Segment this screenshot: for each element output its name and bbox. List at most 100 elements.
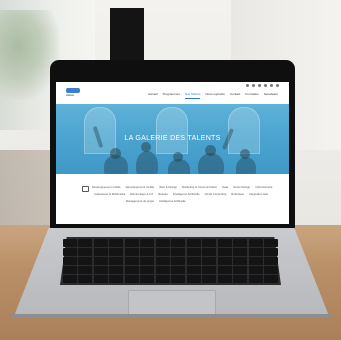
keyboard-key [109,266,124,274]
keyboard-key [78,239,93,247]
keyboard-key [78,248,93,256]
keyboard-key [171,248,186,256]
keyboard-key [78,266,93,274]
keyboard-key [171,275,186,283]
keyboard-key [140,275,155,283]
menu-item-join[interactable]: Nous rejoindre [205,90,225,98]
category-row: Audiovisuel & Multimédia Electronique & … [94,192,268,197]
keyboard-key [202,266,217,274]
keyboard-key [140,248,155,256]
social-links [246,84,279,87]
keyboard-key [186,266,201,274]
keyboard-key [202,239,217,247]
keyboard-key [93,248,108,256]
keyboard-key [140,239,155,247]
menu-item-home[interactable]: Accueil [148,90,158,98]
category-link[interactable]: Game Design [233,185,250,190]
hero-person [136,151,158,174]
keyboard-key [155,266,170,274]
category-link[interactable]: Cybersécurité [255,185,272,190]
keyboard-key [233,275,248,283]
keyboard-key [155,275,170,283]
background-door [110,8,144,68]
category-link[interactable]: Cloud Computing [205,192,227,197]
keyboard-key [233,239,248,247]
category-link[interactable]: Audiovisuel & Multimédia [94,192,125,197]
hero-person [236,157,256,174]
hero-arch-decoration [156,107,188,154]
category-link[interactable]: Data [222,185,228,190]
category-link[interactable]: Robotique [231,192,244,197]
keyboard-key [171,266,186,274]
keyboard-key [63,239,77,247]
category-link[interactable]: Développement mobile [126,185,155,190]
keyboard-key [233,257,248,265]
hero-person-head [173,152,183,162]
keyboard-key [264,239,278,247]
keyboard-key [202,275,217,283]
instagram-icon[interactable] [264,84,267,87]
search-icon[interactable] [276,84,279,87]
keyboard-key [202,248,217,256]
category-link[interactable]: Réseau [158,192,168,197]
photo-scene: Aldea Accueil Programmes Nos Talents Nou… [0,0,341,340]
facebook-icon[interactable] [246,84,249,87]
keyboard-key [186,257,201,265]
keyboard-key [140,266,155,274]
keyboard-key [140,257,155,265]
keyboard-key [124,239,139,247]
category-link[interactable]: Intégration web [249,192,268,197]
keyboard-key [124,248,139,256]
keyboard-key [233,266,248,274]
keyboard-key [248,239,263,247]
keyboard-key [63,266,77,274]
menu-item-programs[interactable]: Programmes [163,90,180,98]
category-link[interactable]: Intelligence Artificielle [173,192,200,197]
keyboard-key [248,248,263,256]
menu-item-formation[interactable]: Formation [245,90,259,98]
site-logo[interactable]: Aldea [66,88,80,98]
category-link[interactable]: Management de projet [126,199,154,204]
keyboard-key [248,275,263,283]
keyboard-key [186,248,201,256]
keyboard-key [109,257,124,265]
keyboard-key [248,257,263,265]
main-menu: Accueil Programmes Nos Talents Nous rejo… [148,90,278,99]
keyboard-key [78,275,93,283]
linkedin-icon[interactable] [258,84,261,87]
keyboard-key [217,248,232,256]
keyboard-key [93,266,108,274]
keyboard-keys [63,239,278,283]
keyboard-key [186,275,201,283]
twitter-icon[interactable] [252,84,255,87]
keyboard-key [63,248,77,256]
grid-icon[interactable] [82,186,89,192]
category-link[interactable]: Marketing & Communication [182,185,217,190]
menu-item-contact[interactable]: Contact [230,90,240,98]
hero-person [198,153,224,174]
category-link[interactable]: Intelligence Artificielle [159,199,186,204]
keyboard-key [155,257,170,265]
keyboard-key [155,239,170,247]
youtube-icon[interactable] [270,84,273,87]
keyboard-key [264,257,278,265]
menu-item-talents[interactable]: Nos Talents [184,90,201,99]
category-link[interactable]: Web & Design [159,185,177,190]
laptop-display: Aldea Accueil Programmes Nos Talents Nou… [56,82,289,224]
keyboard-key [93,275,108,283]
category-link[interactable]: Développement mobile [92,185,121,190]
category-row: Management de projet Intelligence Artifi… [126,199,186,204]
menu-item-newsletter[interactable]: Newsletter [264,90,278,98]
category-row: Développement mobile Développement mobil… [92,185,272,190]
keyboard-key [124,275,139,283]
hero-person-head [205,145,216,156]
keyboard-key [202,257,217,265]
keyboard-key [63,257,77,265]
keyboard-key [109,275,124,283]
website-navbar: Aldea Accueil Programmes Nos Talents Nou… [56,82,289,104]
category-link[interactable]: Electronique & IoT [130,192,153,197]
keyboard-key [264,248,278,256]
hero-person-head [110,148,121,159]
hero-title: LA GALERIE DES TALENTS [124,135,221,142]
hero-person-head [141,142,151,152]
